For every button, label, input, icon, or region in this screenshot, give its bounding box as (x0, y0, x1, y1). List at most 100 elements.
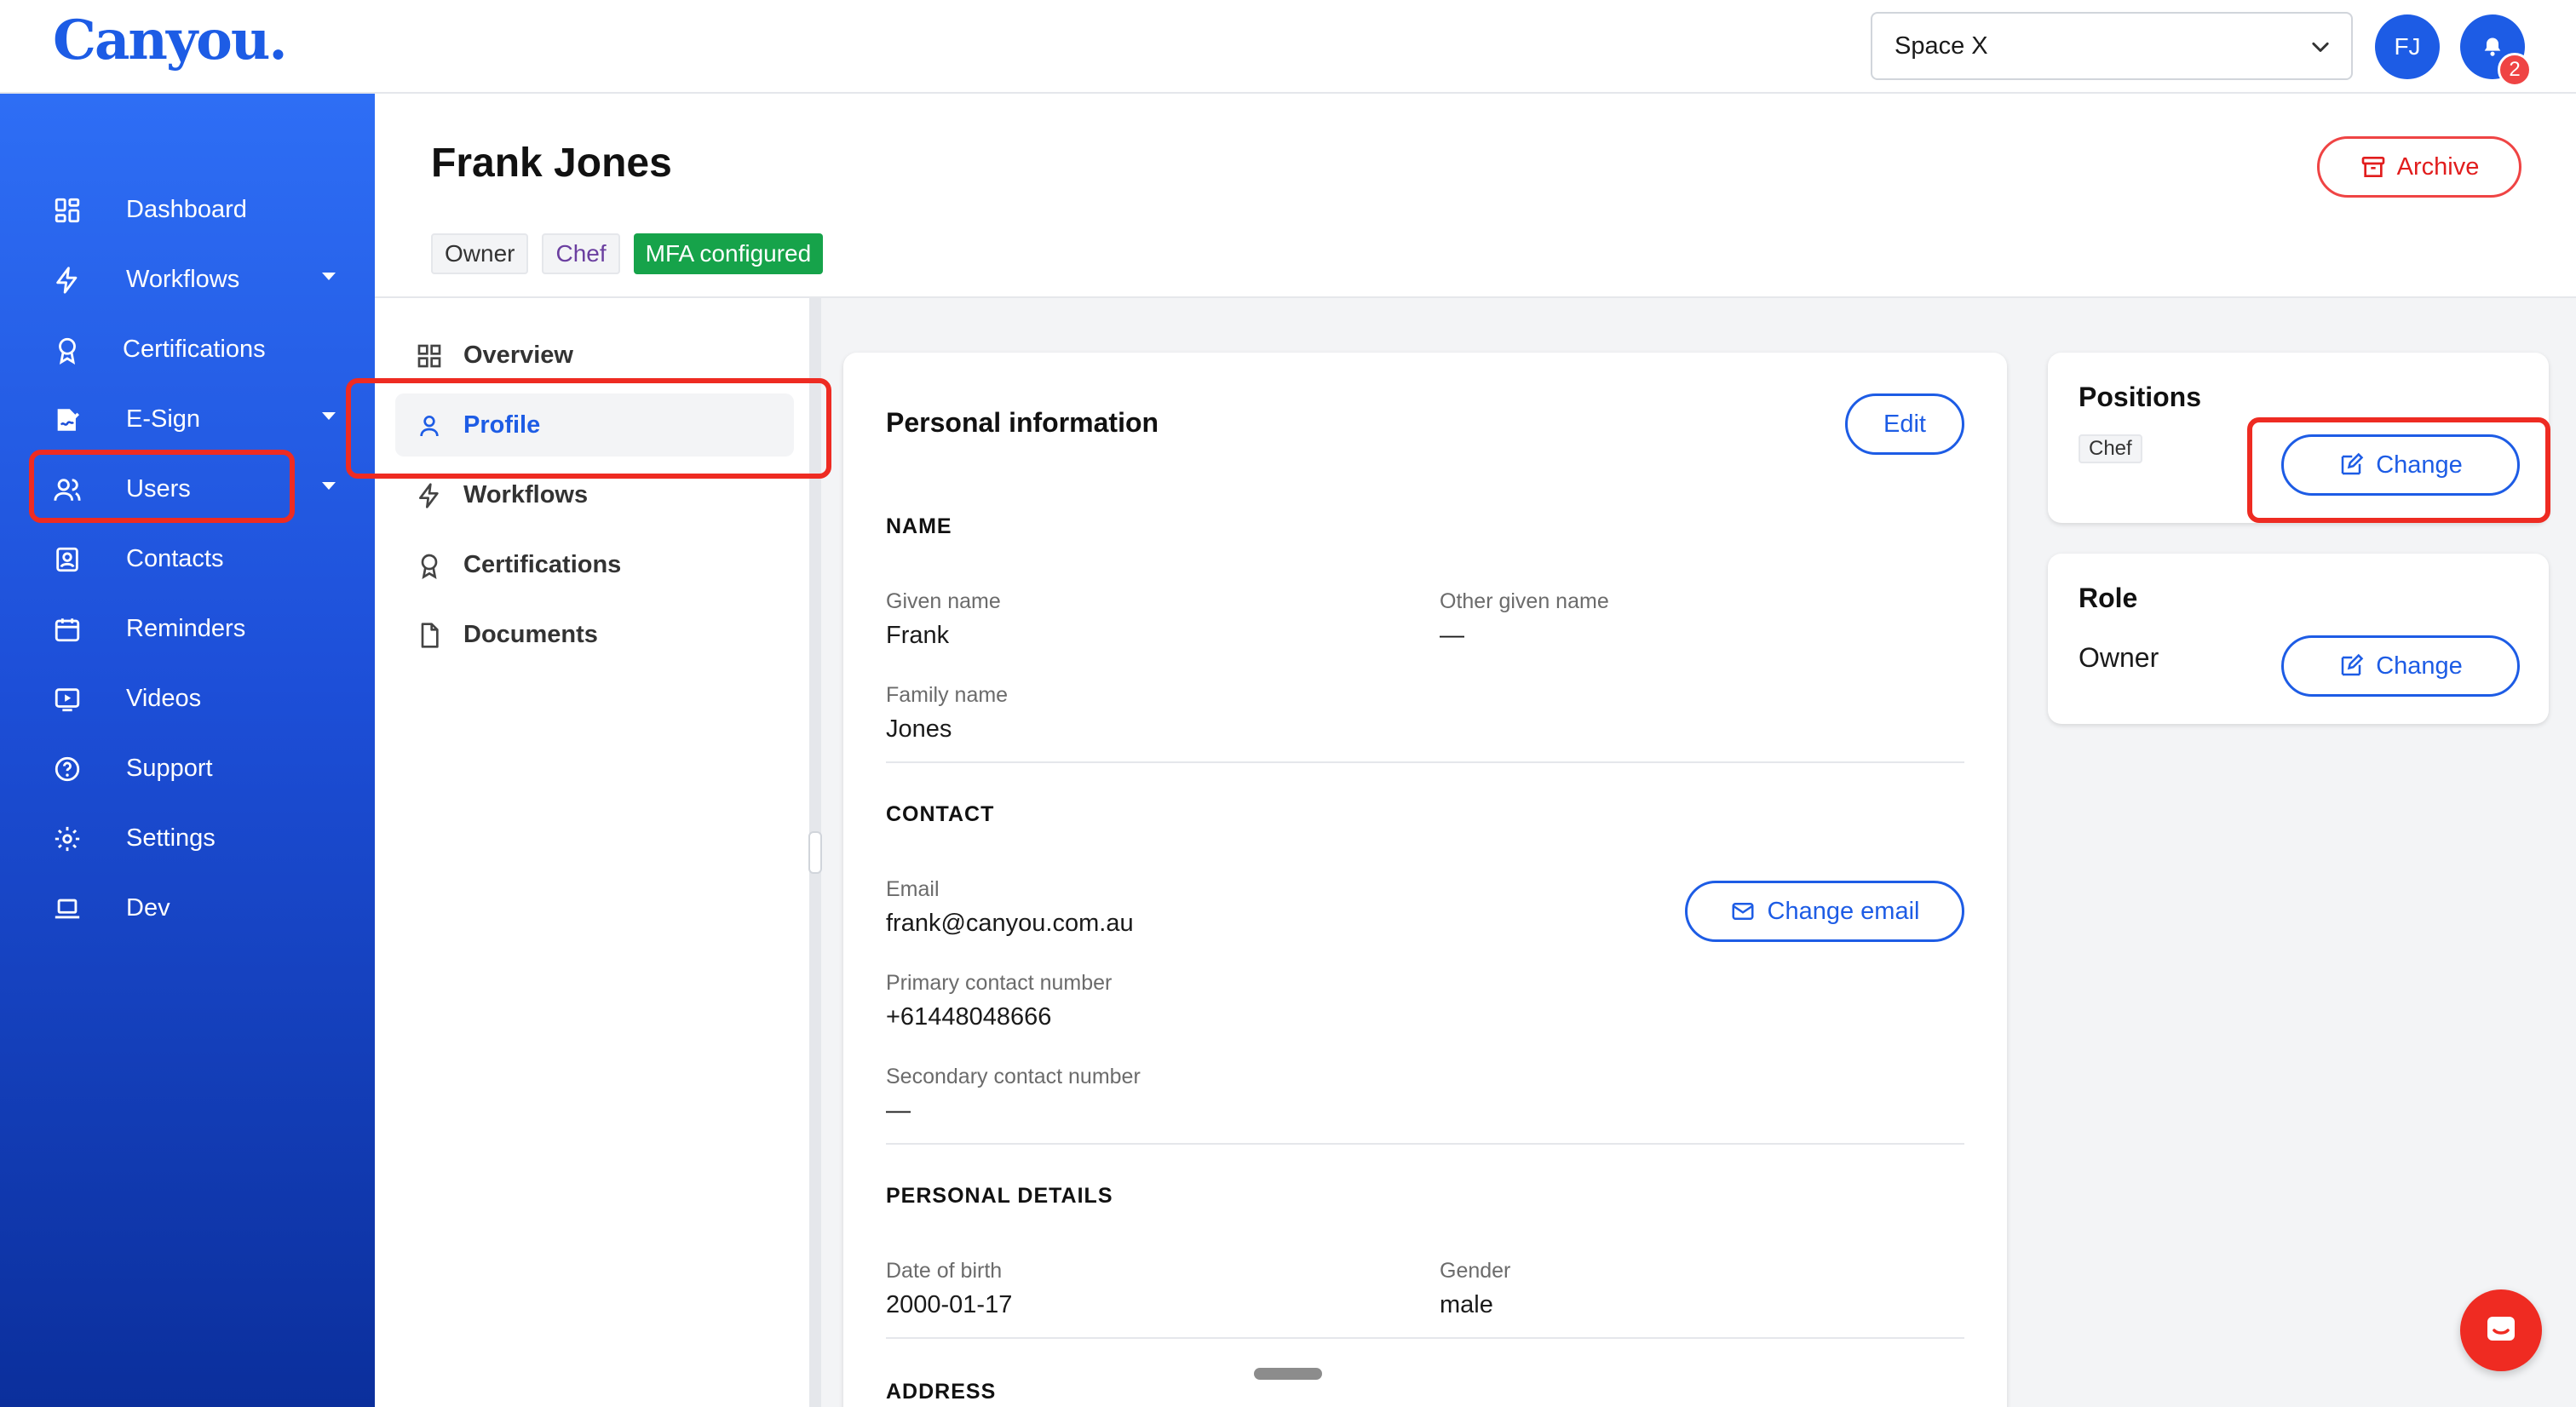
change-role-button[interactable]: Change (2281, 635, 2520, 697)
sidebar-item-dashboard[interactable]: Dashboard (27, 179, 351, 240)
space-select[interactable]: Space X (1871, 12, 2353, 80)
laptop-icon (55, 899, 80, 919)
change-email-button[interactable]: Change email (1685, 881, 1964, 942)
role-title: Role (2079, 583, 2138, 613)
sidebar: Dashboard Workflows Certifications E-Sig… (0, 94, 375, 1407)
signature-icon (57, 409, 80, 431)
contact-card-icon (56, 547, 78, 572)
sidebar-item-e-sign[interactable]: E-Sign (27, 388, 351, 450)
sidebar-item-settings[interactable]: Settings (27, 807, 351, 869)
gender-label: Gender (1440, 1259, 1511, 1283)
change-email-label: Change email (1767, 897, 1920, 925)
caret-down-icon[interactable] (322, 273, 336, 280)
other-given-name-label: Other given name (1440, 589, 1609, 613)
sidebar-item-label: Support (126, 754, 213, 782)
archive-label: Archive (2396, 152, 2480, 181)
award-icon (59, 337, 76, 365)
grid-icon (55, 198, 80, 223)
given-name-value: Frank (886, 622, 950, 649)
tab-label: Documents (463, 620, 598, 648)
card-title: Personal information (886, 407, 1159, 438)
page-title: Frank Jones (431, 141, 672, 186)
sidebar-item-reminders[interactable]: Reminders (27, 598, 351, 659)
sidebar-item-label: E-Sign (126, 405, 201, 433)
secondary-contact-value: — (886, 1097, 911, 1124)
sidebar-item-label: Settings (126, 824, 216, 852)
section-heading-contact: CONTACT (886, 802, 995, 826)
role-card: Role Owner Change (2048, 554, 2549, 724)
sidebar-item-label: Certifications (123, 335, 266, 363)
mfa-badge: MFA configured (633, 233, 824, 274)
scroll-indicator[interactable] (1254, 1368, 1322, 1380)
tab-label: Overview (463, 341, 573, 369)
dob-label: Date of birth (886, 1259, 1003, 1283)
primary-contact-label: Primary contact number (886, 971, 1113, 995)
archive-icon (2361, 157, 2384, 177)
caret-down-icon[interactable] (322, 412, 336, 420)
tab-certifications[interactable]: Certifications (395, 533, 794, 596)
question-icon (55, 756, 80, 782)
sidebar-item-dev[interactable]: Dev (27, 877, 351, 939)
section-heading-address: ADDRESS (886, 1380, 997, 1404)
lightning-icon (56, 267, 78, 294)
highlight-annotation-users (29, 450, 295, 523)
role-value: Owner (2079, 642, 2159, 673)
grid-icon (417, 344, 441, 368)
sidebar-item-support[interactable]: Support (27, 738, 351, 799)
tab-overview[interactable]: Overview (395, 324, 794, 387)
sidebar-item-label: Reminders (126, 614, 246, 642)
tab-documents[interactable]: Documents (395, 603, 794, 666)
section-heading-name: NAME (886, 514, 952, 538)
sidebar-item-label: Contacts (126, 544, 224, 572)
personal-information-card: Personal information Edit NAME Given nam… (843, 353, 2007, 1407)
lightning-icon (419, 483, 439, 508)
top-header: Canyou. Space X FJ 2 (0, 0, 2576, 94)
gear-icon (55, 826, 80, 852)
section-divider (886, 761, 1964, 763)
user-badges: Owner Chef MFA configured (431, 233, 824, 274)
canyou-logo[interactable]: Canyou. (53, 9, 288, 72)
change-label: Change (2376, 652, 2463, 680)
email-label: Email (886, 877, 940, 901)
family-name-label: Family name (886, 683, 1009, 707)
archive-button[interactable]: Archive (2317, 136, 2521, 198)
sidebar-item-contacts[interactable]: Contacts (27, 528, 351, 589)
gender-value: male (1440, 1291, 1493, 1318)
email-value: frank@canyou.com.au (886, 910, 1134, 937)
primary-contact-value: +61448048666 (886, 1003, 1052, 1031)
edit-label: Edit (1883, 410, 1926, 438)
chat-launcher-button[interactable] (2460, 1289, 2542, 1371)
calendar-icon (55, 618, 80, 642)
award-icon (421, 554, 438, 579)
sidebar-item-videos[interactable]: Videos (27, 668, 351, 729)
panel-resize-handle[interactable] (808, 831, 822, 874)
highlight-annotation-change (2247, 417, 2550, 523)
highlight-annotation-profile (346, 378, 831, 479)
tab-label: Certifications (463, 550, 622, 578)
caret-down-icon[interactable] (322, 482, 336, 490)
tab-label: Workflows (463, 480, 589, 508)
page-header: Frank Jones Owner Chef MFA configured Ar… (375, 94, 2576, 298)
sidebar-item-label: Dev (126, 893, 170, 922)
sidebar-item-certifications[interactable]: Certifications (27, 319, 351, 380)
document-icon (421, 623, 439, 648)
position-chip: Chef (2079, 434, 2142, 463)
family-name-value: Jones (886, 715, 952, 743)
space-select-value: Space X (1895, 32, 1988, 60)
positions-title: Positions (2079, 382, 2202, 412)
secondary-contact-label: Secondary contact number (886, 1065, 1141, 1088)
section-heading-personal-details: PERSONAL DETAILS (886, 1184, 1113, 1208)
sidebar-item-label: Videos (126, 684, 202, 712)
role-badge: Owner (431, 233, 529, 274)
video-icon (55, 688, 80, 712)
notification-count-badge: 2 (2498, 53, 2532, 87)
edit-button[interactable]: Edit (1845, 393, 1964, 455)
avatar[interactable]: FJ (2375, 14, 2440, 79)
section-divider (886, 1337, 1964, 1339)
sidebar-item-label: Workflows (126, 265, 240, 293)
section-divider (886, 1143, 1964, 1145)
given-name-label: Given name (886, 589, 1001, 613)
edit-icon (2341, 653, 2364, 676)
dob-value: 2000-01-17 (886, 1291, 1013, 1318)
sidebar-item-workflows[interactable]: Workflows (27, 249, 351, 310)
